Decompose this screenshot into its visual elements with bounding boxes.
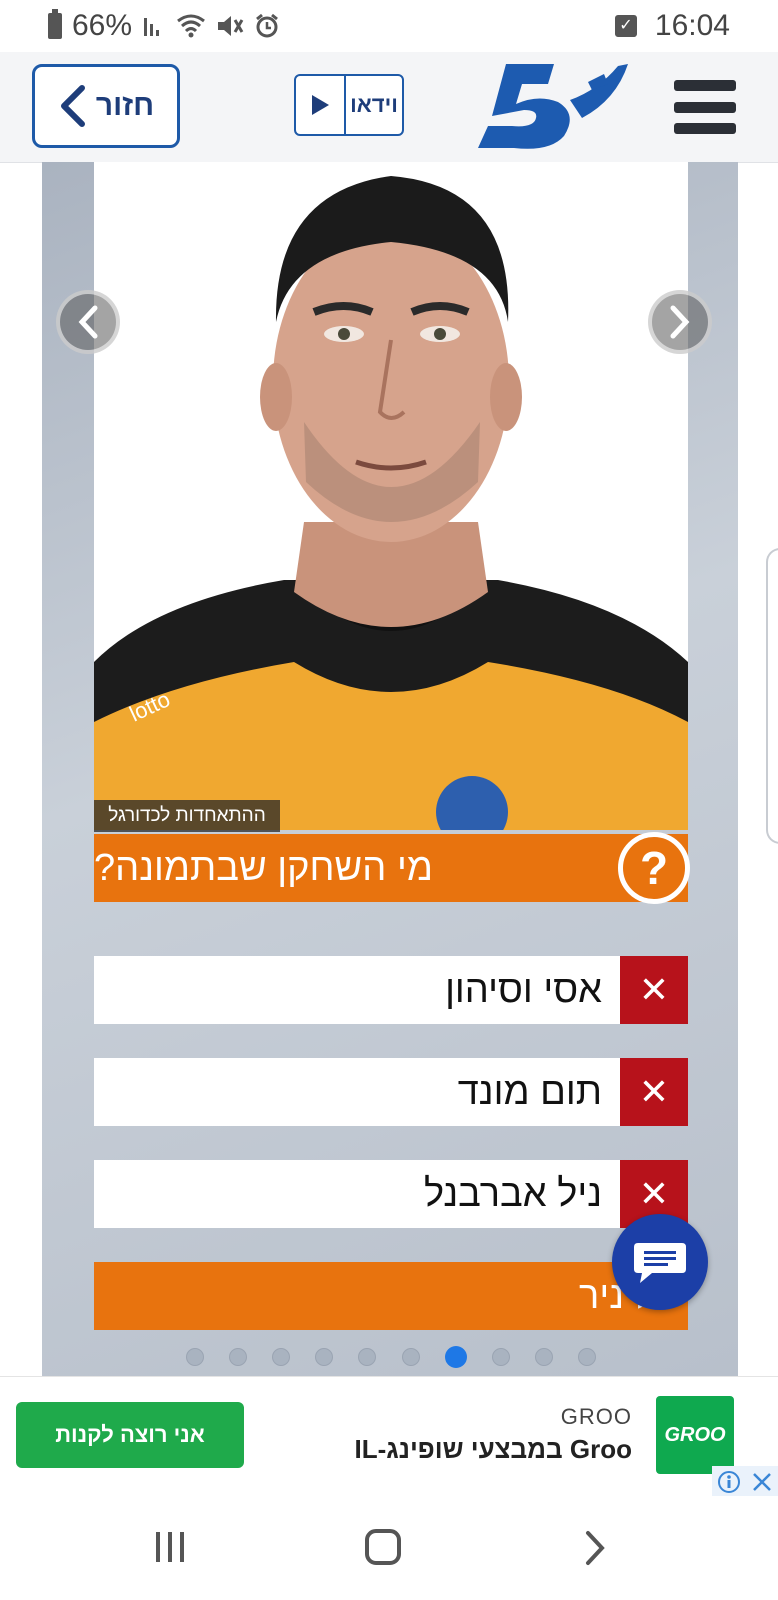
slide-pagination <box>186 1346 596 1368</box>
signal-icon <box>144 18 160 36</box>
answer-option-1[interactable]: אסי וסיהון ✕ <box>94 956 688 1024</box>
pagination-dot[interactable] <box>229 1348 248 1366</box>
wifi-icon <box>177 14 205 38</box>
pagination-dot[interactable] <box>577 1348 596 1366</box>
question-bar: מי השחקן שבתמונה? <box>94 834 688 902</box>
status-bar: 66% ✓ 16:04 <box>0 0 778 52</box>
pagination-dot[interactable] <box>186 1348 204 1366</box>
answer-label: אסי וסיהון <box>445 968 602 1011</box>
close-icon[interactable] <box>751 1471 773 1493</box>
battery-percent: 66% <box>72 9 133 42</box>
video-label: וידאו <box>350 92 398 117</box>
pagination-dot[interactable] <box>315 1348 334 1366</box>
chevron-left-icon <box>78 305 98 339</box>
answer-label: גל ניר <box>579 1274 670 1317</box>
status-left: 66% <box>48 8 280 44</box>
recents-icon[interactable] <box>154 1530 186 1564</box>
chevron-right-icon <box>670 305 690 339</box>
battery-icon <box>48 9 62 39</box>
ad-brand: GROO <box>560 1404 632 1429</box>
chat-icon <box>634 1243 686 1283</box>
wrong-mark-icon: ✕ <box>620 956 688 1024</box>
pagination-dot[interactable] <box>272 1348 291 1366</box>
wrong-mark-icon: ✕ <box>620 1058 688 1126</box>
edge-panel-handle[interactable] <box>766 548 778 844</box>
video-button[interactable]: וידאו <box>294 74 404 136</box>
ad-title[interactable]: Groo במבצעי שופינג-IL <box>355 1434 632 1465</box>
chat-button[interactable] <box>612 1214 708 1310</box>
chevron-left-icon <box>60 85 85 127</box>
answer-label: תום מונד <box>457 1070 602 1113</box>
ad-cta-button[interactable]: אני רוצה לקנות <box>16 1402 244 1468</box>
info-icon[interactable] <box>717 1470 741 1494</box>
pagination-dot[interactable] <box>401 1348 420 1366</box>
menu-icon[interactable] <box>674 80 736 134</box>
alarm-icon <box>256 13 278 38</box>
clock: 16:04 <box>654 9 730 42</box>
player-photo: lotto <box>94 162 688 830</box>
mute-icon <box>218 16 244 36</box>
answer-option-2[interactable]: תום מונד ✕ <box>94 1058 688 1126</box>
photo-credit: ההתאחדות לכדורגל <box>94 800 280 832</box>
question-text: מי השחקן שבתמונה? <box>94 846 433 889</box>
pagination-dot[interactable] <box>534 1348 553 1366</box>
status-right: ✓ 16:04 <box>614 8 730 44</box>
ad-choices[interactable] <box>712 1466 778 1498</box>
question-mark-icon: ? <box>618 832 690 904</box>
home-icon[interactable] <box>364 1528 402 1566</box>
ad-logo[interactable]: GROO <box>656 1396 734 1474</box>
sport5-logo[interactable] <box>478 60 632 152</box>
prev-slide-button[interactable] <box>56 290 120 354</box>
next-slide-button[interactable] <box>648 290 712 354</box>
answer-label: ניל אברבנל <box>424 1172 602 1215</box>
answer-option-3[interactable]: ניל אברבנל ✕ <box>94 1160 688 1228</box>
system-nav-bar <box>0 1496 778 1600</box>
answer-option-4[interactable]: גל ניר <box>94 1262 688 1330</box>
back-icon[interactable] <box>584 1530 606 1566</box>
pagination-dot-active[interactable] <box>444 1346 467 1368</box>
back-button[interactable]: חזור <box>32 64 180 148</box>
play-icon <box>296 76 346 134</box>
pagination-dot[interactable] <box>491 1348 510 1366</box>
pagination-dot[interactable] <box>358 1348 377 1366</box>
back-label: חזור <box>95 89 155 122</box>
checkbox-icon: ✓ <box>614 15 637 37</box>
